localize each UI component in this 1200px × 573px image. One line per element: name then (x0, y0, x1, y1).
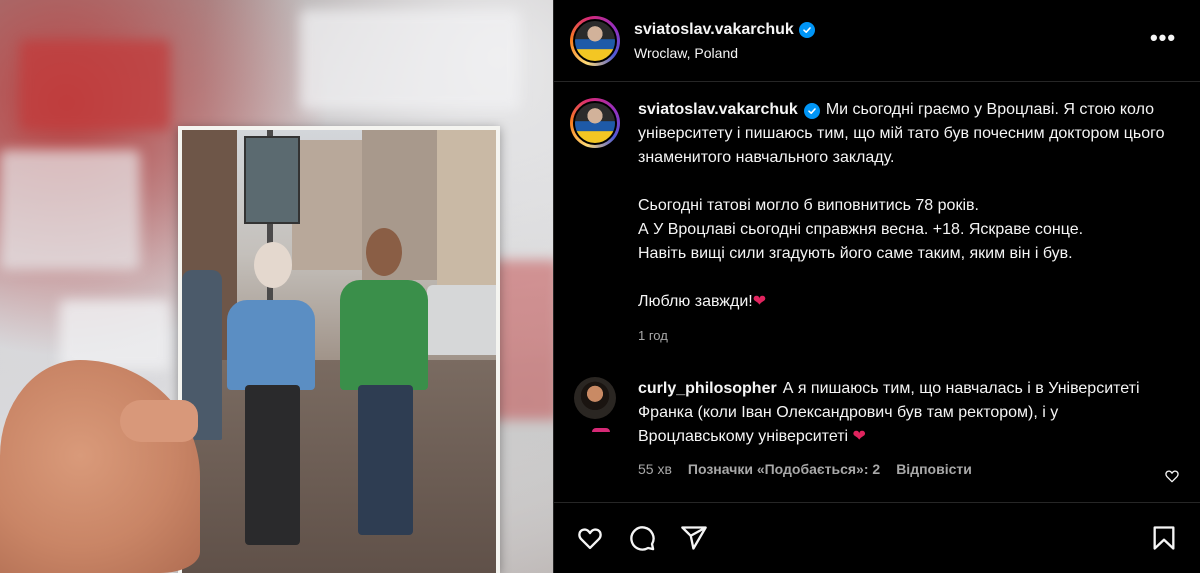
caption-paragraph-1: sviatoslav.vakarchuk Ми сьогодні граємо у… (638, 98, 1168, 170)
street (182, 360, 496, 573)
man-blue-shirt-legs (245, 385, 300, 545)
building (292, 140, 362, 270)
commenter-avatar[interactable] (574, 377, 616, 419)
comment-body: curly_philosopher А я пишаюсь тим, що нав… (638, 377, 1158, 477)
caption-line: А У Вроцлаві сьогодні справжня весна. +1… (638, 221, 1084, 238)
comment-button[interactable] (622, 518, 662, 558)
comment-heart-icon[interactable] (1164, 468, 1180, 484)
save-button[interactable] (1144, 518, 1184, 558)
car (427, 285, 496, 355)
comments-section[interactable]: sviatoslav.vakarchuk Ми сьогодні граємо у… (554, 82, 1200, 502)
comment: curly_philosopher А я пишаюсь тим, що нав… (570, 377, 1184, 483)
next-comment-avatar (592, 428, 610, 432)
more-options-icon[interactable]: ••• (1148, 25, 1178, 50)
bookmark-icon (1153, 526, 1175, 550)
verified-badge-icon (798, 21, 815, 38)
caption-avatar-image (573, 101, 617, 145)
street-sign (244, 136, 300, 224)
caption-timestamp: 1 год (638, 328, 668, 343)
comment-icon (630, 526, 655, 551)
man-blue-shirt (227, 300, 315, 390)
comment-likes-link[interactable]: Позначки «Подобається»: 2 (688, 461, 880, 477)
caption-paragraph-3-text: Люблю завжди! (638, 293, 753, 310)
head (254, 242, 292, 288)
post-image[interactable] (0, 0, 553, 573)
caption-paragraph-3: Люблю завжди!❤ (638, 290, 1168, 314)
building (437, 130, 496, 300)
comment-meta: 55 хв Позначки «Подобається»: 2 Відповіс… (638, 461, 1158, 477)
like-button[interactable] (570, 518, 610, 558)
action-bar (554, 502, 1200, 573)
commenter-username[interactable]: curly_philosopher (638, 380, 777, 397)
background-blur (300, 10, 520, 110)
comment-timestamp[interactable]: 55 хв (638, 461, 672, 477)
head (366, 228, 402, 276)
author-avatar[interactable] (570, 15, 620, 66)
comment-reply-button[interactable]: Відповісти (896, 461, 972, 477)
heart-icon (578, 528, 602, 550)
man-green-shirt-legs (358, 385, 413, 535)
username-row: sviatoslav.vakarchuk (634, 21, 815, 39)
post-panel: sviatoslav.vakarchuk Wroclaw, Poland •••… (553, 0, 1200, 573)
background-blur (20, 40, 170, 130)
caption-body: sviatoslav.vakarchuk Ми сьогодні граємо у… (638, 98, 1168, 343)
caption: sviatoslav.vakarchuk Ми сьогодні граємо у… (570, 98, 1184, 343)
post-location[interactable]: Wroclaw, Poland (634, 45, 815, 61)
caption-line: Навіть вищі сили згадують його саме таки… (638, 245, 1073, 262)
share-icon (681, 526, 707, 550)
heart-emoji-icon: ❤ (752, 293, 767, 310)
background-blur (0, 150, 140, 270)
verified-badge-icon (803, 103, 820, 119)
author-info: sviatoslav.vakarchuk Wroclaw, Poland (634, 21, 815, 61)
heart-emoji-icon: ❤ (852, 428, 866, 445)
author-avatar-image (573, 18, 617, 63)
comment-text: curly_philosopher А я пишаюсь тим, що нав… (638, 377, 1158, 449)
photo-street-scene (182, 130, 496, 573)
post-header: sviatoslav.vakarchuk Wroclaw, Poland ••• (554, 0, 1200, 82)
caption-username[interactable]: sviatoslav.vakarchuk (638, 101, 798, 118)
thumb (120, 400, 198, 442)
caption-text: sviatoslav.vakarchuk Ми сьогодні граємо у… (638, 98, 1168, 314)
caption-line: Сьогодні татові могло б виповнитись 78 р… (638, 197, 979, 214)
held-photograph (178, 126, 500, 573)
caption-avatar[interactable] (570, 98, 620, 148)
author-username[interactable]: sviatoslav.vakarchuk (634, 21, 794, 39)
man-green-shirt (340, 280, 428, 390)
share-button[interactable] (674, 518, 714, 558)
hand (0, 360, 200, 573)
